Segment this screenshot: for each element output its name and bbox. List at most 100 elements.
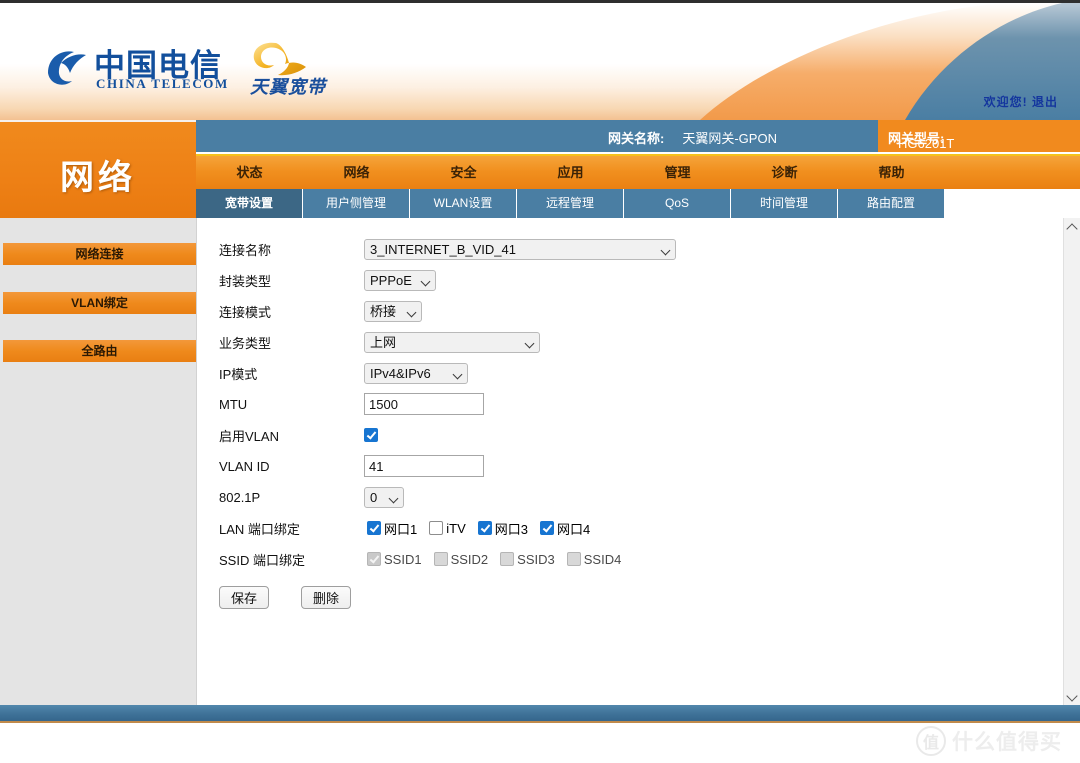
form-buttons: 保存 删除 xyxy=(219,586,676,609)
site-header: 中国电信 CHINA TELECOM 天翼宽带 欢迎您! 退出 xyxy=(0,3,1080,120)
ssid-port-checkbox-group: SSID1 SSID2 SSID3 SSID4 xyxy=(364,552,630,567)
ssid-port-item-1: SSID2 xyxy=(431,552,489,567)
primary-nav-item-3[interactable]: 应用 xyxy=(517,156,624,189)
vlan-enable-checkbox[interactable] xyxy=(364,428,378,442)
label-vlan-enable: 启用VLAN xyxy=(219,426,364,445)
lan-port-checkbox-3[interactable] xyxy=(540,521,554,535)
sidebar: 网络连接 VLAN绑定全路由 xyxy=(0,218,196,705)
label-mtu: MTU xyxy=(219,397,364,412)
lan-port-item-2: 网口3 xyxy=(475,519,528,538)
footer-blank-area xyxy=(0,723,1080,763)
secondary-nav-item-4[interactable]: QoS xyxy=(624,189,731,218)
lan-port-label-1: iTV xyxy=(446,521,466,536)
connection-name-select-wrap: 3_INTERNET_B_VID_41 xyxy=(364,239,676,260)
primary-nav-item-4[interactable]: 管理 xyxy=(624,156,731,189)
gateway-model-value: HG6201T xyxy=(898,136,954,151)
broadband-settings-form: 连接名称 3_INTERNET_B_VID_41 封装类型 PPPoE xyxy=(219,238,676,609)
lan-port-checkbox-1[interactable] xyxy=(429,521,443,535)
content-vertical-scrollbar[interactable] xyxy=(1063,218,1080,705)
brand-name-en: CHINA TELECOM xyxy=(96,76,229,92)
gateway-model-box: 网关型号: HG6201T xyxy=(878,120,1080,152)
label-lan-port-binding: LAN 端口绑定 xyxy=(219,519,364,538)
ssid-port-checkbox-2 xyxy=(500,552,514,566)
tianyi-broadband-text: 天翼宽带 xyxy=(250,73,326,99)
encapsulation-select[interactable]: PPPoE xyxy=(364,270,436,291)
connection-mode-select[interactable]: 桥接 xyxy=(364,301,422,322)
router-admin-page: 中国电信 CHINA TELECOM 天翼宽带 欢迎您! 退出 xyxy=(0,0,1080,763)
field-connection-mode: 桥接 xyxy=(364,301,422,322)
field-vlan-enable xyxy=(364,428,378,442)
gateway-model-group: 网关型号: HG6201T xyxy=(888,128,944,147)
welcome-logout: 欢迎您! 退出 xyxy=(984,93,1058,110)
row-mtu: MTU xyxy=(219,393,676,415)
label-connection-name: 连接名称 xyxy=(219,240,364,259)
row-vlan-id: VLAN ID xyxy=(219,455,676,477)
footer-bar xyxy=(0,705,1080,721)
service-type-select[interactable]: 上网 xyxy=(364,332,540,353)
field-ip-mode: IPv4&IPv6 xyxy=(364,363,468,384)
lan-port-checkbox-2[interactable] xyxy=(478,521,492,535)
row-encapsulation: 封装类型 PPPoE xyxy=(219,269,676,291)
lan-port-item-3: 网口4 xyxy=(537,519,590,538)
lan-port-item-0: 网口1 xyxy=(364,519,417,538)
label-service-type: 业务类型 xyxy=(219,333,364,352)
primary-nav-item-1[interactable]: 网络 xyxy=(303,156,410,189)
ip-mode-select[interactable]: IPv4&IPv6 xyxy=(364,363,468,384)
secondary-nav-item-6[interactable]: 路由配置 xyxy=(838,189,945,218)
ssid-port-checkbox-3 xyxy=(567,552,581,566)
primary-nav-item-5[interactable]: 诊断 xyxy=(731,156,838,189)
label-dot1p: 802.1P xyxy=(219,490,364,505)
ip-mode-select-wrap: IPv4&IPv6 xyxy=(364,363,468,384)
scroll-down-arrow-icon[interactable] xyxy=(1064,687,1080,703)
connection-name-select[interactable]: 3_INTERNET_B_VID_41 xyxy=(364,239,676,260)
lan-port-checkbox-0[interactable] xyxy=(367,521,381,535)
scroll-up-arrow-icon[interactable] xyxy=(1064,220,1080,236)
save-button[interactable]: 保存 xyxy=(219,586,269,609)
label-connection-mode: 连接模式 xyxy=(219,302,364,321)
label-vlan-id: VLAN ID xyxy=(219,459,364,474)
logout-link[interactable]: 退出 xyxy=(1032,95,1058,109)
ssid-port-label-3: SSID4 xyxy=(584,552,622,567)
row-vlan-enable: 启用VLAN xyxy=(219,424,676,446)
dot1p-select[interactable]: 0 xyxy=(364,487,404,508)
secondary-nav-item-2[interactable]: WLAN设置 xyxy=(410,189,517,218)
secondary-nav-filler xyxy=(945,189,1052,218)
secondary-nav-item-0[interactable]: 宽带设置 xyxy=(196,189,303,218)
ssid-port-item-0: SSID1 xyxy=(364,552,422,567)
sidebar-title-block: 网络 xyxy=(0,120,196,220)
field-connection-name: 3_INTERNET_B_VID_41 xyxy=(364,239,676,260)
row-service-type: 业务类型 上网 xyxy=(219,331,676,353)
sidebar-item-2[interactable]: 全路由 xyxy=(3,340,196,362)
welcome-text: 欢迎您! xyxy=(984,95,1028,109)
secondary-nav-list: 宽带设置用户侧管理WLAN设置远程管理QoS时间管理路由配置 xyxy=(196,189,1080,218)
service-type-select-wrap: 上网 xyxy=(364,332,540,353)
lan-port-label-0: 网口1 xyxy=(384,519,417,538)
primary-nav-list: 状态网络安全应用管理诊断帮助 xyxy=(196,156,1080,189)
secondary-nav-item-3[interactable]: 远程管理 xyxy=(517,189,624,218)
ssid-port-label-0: SSID1 xyxy=(384,552,422,567)
lan-port-label-2: 网口3 xyxy=(495,519,528,538)
primary-nav-item-6[interactable]: 帮助 xyxy=(838,156,945,189)
primary-nav-item-0[interactable]: 状态 xyxy=(196,156,303,189)
secondary-nav-item-1[interactable]: 用户侧管理 xyxy=(303,189,410,218)
row-connection-mode: 连接模式 桥接 xyxy=(219,300,676,322)
ssid-port-label-1: SSID2 xyxy=(451,552,489,567)
ssid-port-checkbox-0 xyxy=(367,552,381,566)
row-dot1p: 802.1P 0 xyxy=(219,486,676,508)
gateway-name-label: 网关名称: xyxy=(608,131,664,146)
field-encapsulation: PPPoE xyxy=(364,270,436,291)
secondary-nav-item-5[interactable]: 时间管理 xyxy=(731,189,838,218)
label-ip-mode: IP模式 xyxy=(219,364,364,383)
row-ssid-port-binding: SSID 端口绑定 SSID1 SSID2 SSID3 SSID4 xyxy=(219,548,676,570)
tianyi-broadband-logo: 天翼宽带 xyxy=(248,39,344,97)
primary-nav-item-2[interactable]: 安全 xyxy=(410,156,517,189)
label-ssid-port-binding: SSID 端口绑定 xyxy=(219,550,364,569)
encapsulation-select-wrap: PPPoE xyxy=(364,270,436,291)
mtu-input[interactable] xyxy=(364,393,484,415)
sidebar-item-0[interactable]: 网络连接 xyxy=(3,243,196,265)
field-dot1p: 0 xyxy=(364,487,404,508)
sidebar-item-1[interactable]: VLAN绑定 xyxy=(3,292,196,314)
ssid-port-item-2: SSID3 xyxy=(497,552,555,567)
vlan-id-input[interactable] xyxy=(364,455,484,477)
delete-button[interactable]: 删除 xyxy=(301,586,351,609)
